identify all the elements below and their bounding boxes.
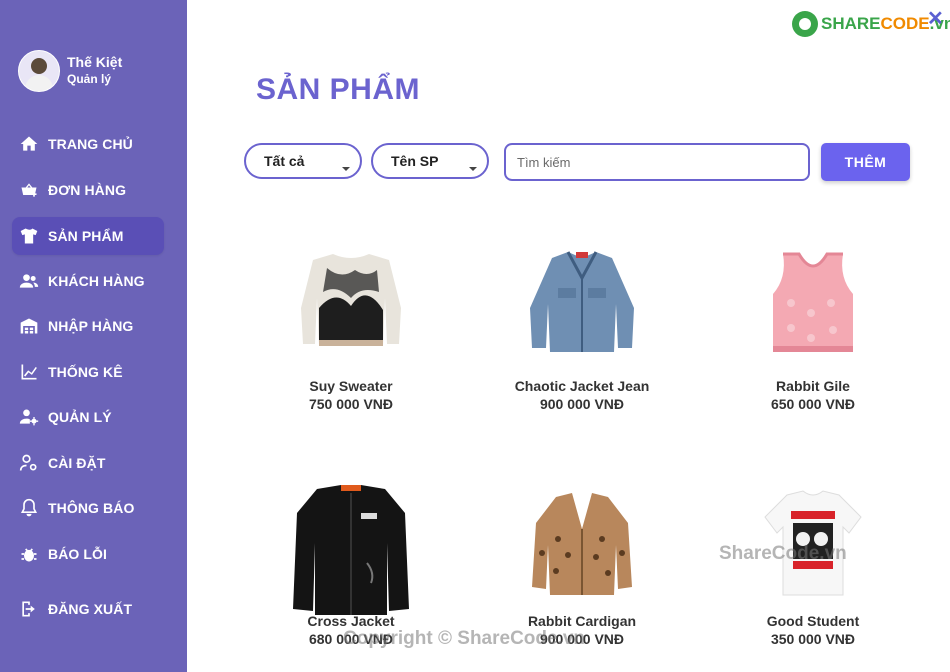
sidebar-item-label: NHẬP HÀNG	[48, 318, 134, 334]
product-price: 680 000 VNĐ	[308, 631, 394, 647]
user-gear-icon	[19, 407, 39, 427]
product-price: 900 000 VNĐ	[539, 396, 625, 412]
add-product-button[interactable]: THÊM	[821, 143, 910, 181]
product-name: Chaotic Jacket Jean	[514, 378, 650, 394]
product-image-rabbit-cardigan	[472, 483, 692, 613]
cart-add-icon	[19, 180, 39, 200]
users-icon	[19, 271, 39, 291]
sidebar-item-label: ĐƠN HÀNG	[48, 182, 127, 198]
sidebar-item-bug-report[interactable]: BÁO LỖI	[12, 535, 164, 573]
sidebar-item-label: ĐĂNG XUẤT	[48, 601, 133, 617]
sidebar-item-management[interactable]: QUẢN LÝ	[12, 398, 164, 436]
logo-icon	[792, 11, 818, 37]
sidebar-item-logout[interactable]: ĐĂNG XUẤT	[12, 590, 164, 628]
sidebar-item-customers[interactable]: KHÁCH HÀNG	[12, 262, 164, 300]
bell-icon	[19, 498, 39, 518]
sidebar-item-label: THỐNG KÊ	[48, 364, 123, 380]
sidebar-item-imports[interactable]: NHẬP HÀNG	[12, 307, 164, 345]
chevron-down-icon	[469, 167, 477, 171]
home-icon	[19, 134, 39, 154]
product-card[interactable]: Suy Sweater 750 000 VNĐ	[241, 248, 461, 412]
sidebar-item-notifications[interactable]: THÔNG BÁO	[12, 489, 164, 527]
avatar	[18, 50, 60, 92]
product-card[interactable]: Cross Jacket 680 000 VNĐ	[241, 483, 461, 647]
sidebar-item-settings[interactable]: CÀI ĐẶT	[12, 444, 164, 482]
chart-icon	[19, 362, 39, 382]
product-name: Suy Sweater	[309, 378, 393, 394]
product-card[interactable]: Good Student 350 000 VNĐ	[703, 483, 923, 647]
sidebar-item-label: BÁO LỖI	[48, 546, 108, 562]
product-price: 750 000 VNĐ	[308, 396, 394, 412]
product-image-sweater	[241, 248, 461, 378]
product-name: Rabbit Gile	[776, 378, 850, 394]
logout-icon	[19, 599, 39, 619]
warehouse-icon	[19, 316, 39, 336]
product-image-cross-jacket	[241, 483, 461, 615]
sidebar-item-orders[interactable]: ĐƠN HÀNG	[12, 171, 164, 209]
field-filter-value: Tên SP	[391, 153, 439, 169]
bug-icon	[19, 544, 39, 564]
sidebar-item-label: TRANG CHỦ	[48, 136, 133, 152]
close-icon[interactable]: ✕	[927, 6, 944, 31]
page-title: SẢN PHẨM	[256, 73, 421, 106]
logo-text-share: SHARE	[821, 14, 881, 33]
product-price: 650 000 VNĐ	[770, 396, 856, 412]
field-filter-select[interactable]: Tên SP	[371, 143, 489, 179]
category-filter-value: Tất cả	[264, 153, 305, 169]
product-image-rabbit-gile	[703, 248, 923, 378]
sidebar-item-home[interactable]: TRANG CHỦ	[12, 125, 164, 163]
shirt-icon	[19, 226, 39, 246]
profile-role: Quản lý	[67, 72, 112, 86]
product-image-good-student-tee	[703, 483, 923, 613]
product-card[interactable]: Rabbit Gile 650 000 VNĐ	[703, 248, 923, 412]
sidebar-item-stats[interactable]: THỐNG KÊ	[12, 353, 164, 391]
user-settings-icon	[19, 453, 39, 473]
sidebar-item-label: SẢN PHẨM	[48, 228, 124, 244]
product-price: 350 000 VNĐ	[770, 631, 856, 647]
logo-text-code: CODE	[880, 14, 930, 33]
product-price: 900 000 VNĐ	[539, 631, 625, 647]
search-input[interactable]	[504, 143, 810, 181]
sidebar-item-products[interactable]: SẢN PHẨM	[12, 217, 164, 255]
profile-name: Thế Kiệt	[67, 54, 123, 70]
sidebar-item-label: CÀI ĐẶT	[48, 455, 106, 471]
product-image-jacket-jean	[472, 248, 692, 378]
sidebar-item-label: QUẢN LÝ	[48, 409, 112, 425]
user-profile[interactable]: Thế Kiệt Quản lý	[18, 50, 122, 92]
product-card[interactable]: Chaotic Jacket Jean 900 000 VNĐ	[472, 248, 692, 412]
sidebar-item-label: THÔNG BÁO	[48, 500, 135, 516]
category-filter-select[interactable]: Tất cả	[244, 143, 362, 179]
sidebar-item-label: KHÁCH HÀNG	[48, 273, 145, 289]
sidebar: Thế Kiệt Quản lý TRANG CHỦ ĐƠN HÀNG SẢN …	[0, 0, 187, 672]
chevron-down-icon	[342, 167, 350, 171]
product-card[interactable]: Rabbit Cardigan 900 000 VNĐ	[472, 483, 692, 647]
